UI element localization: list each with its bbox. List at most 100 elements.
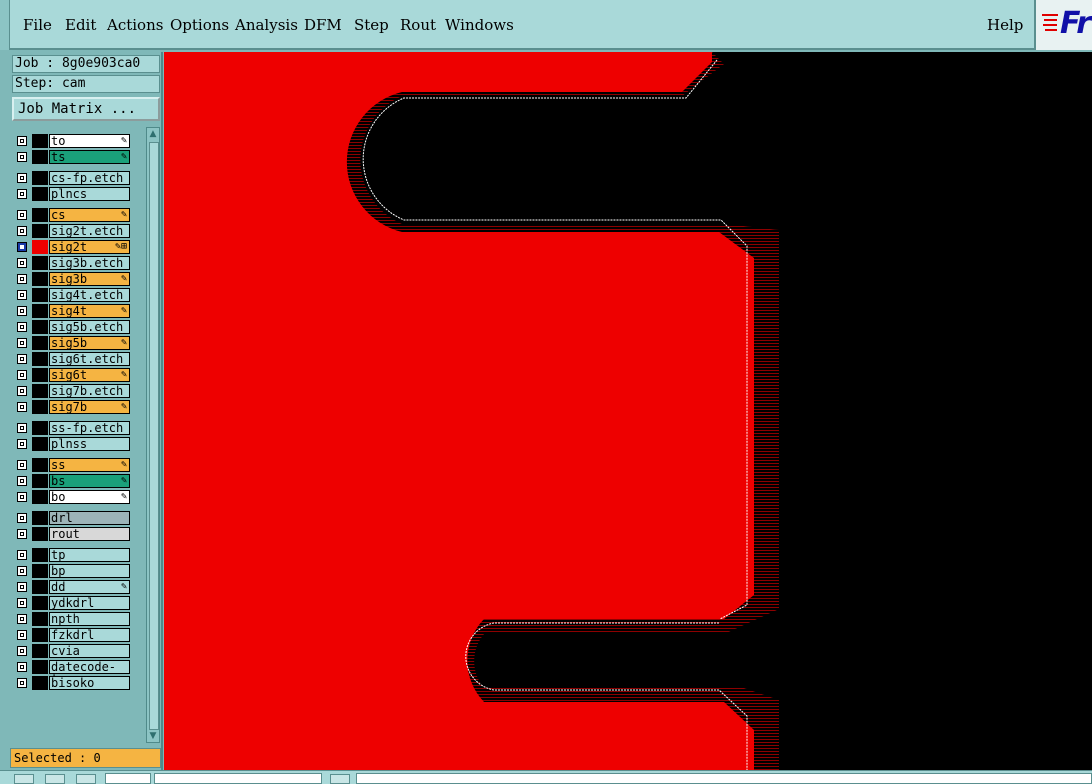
layer-row[interactable]: rout [12, 526, 132, 542]
layer-name[interactable]: npth [49, 612, 130, 626]
layer-name[interactable]: ss ✎ [49, 458, 130, 472]
layer-color-swatch[interactable] [32, 421, 48, 435]
layer-name[interactable]: to ✎ [49, 134, 130, 148]
layer-color-swatch[interactable] [32, 320, 48, 334]
layer-color-swatch[interactable] [32, 644, 48, 658]
command-input[interactable] [154, 773, 322, 784]
layer-color-swatch[interactable] [32, 580, 48, 594]
menu-step[interactable]: Step [354, 16, 389, 34]
layer-checkbox[interactable] [17, 152, 27, 162]
layer-name[interactable]: rout [49, 527, 130, 541]
layer-checkbox[interactable] [17, 189, 27, 199]
layer-name[interactable]: sig3b.etch [49, 256, 130, 270]
layer-checkbox[interactable] [17, 423, 27, 433]
layer-checkbox[interactable] [17, 338, 27, 348]
layer-name[interactable]: ts ✎ [49, 150, 130, 164]
layer-checkbox[interactable] [17, 529, 27, 539]
layer-name[interactable]: sig6t.etch [49, 352, 130, 366]
layer-color-swatch[interactable] [32, 187, 48, 201]
layer-name[interactable]: bp [49, 564, 130, 578]
layer-row[interactable]: sig3b.etch [12, 255, 132, 271]
layer-row[interactable]: plnss [12, 436, 132, 452]
layer-list-scrollbar[interactable]: ▲ ▼ [146, 127, 160, 743]
layer-name[interactable]: sig2t.etch [49, 224, 130, 238]
layer-checkbox[interactable] [17, 630, 27, 640]
layer-color-swatch[interactable] [32, 352, 48, 366]
layer-color-swatch[interactable] [32, 272, 48, 286]
layer-row[interactable]: cs ✎ [12, 207, 132, 223]
layer-row[interactable]: sig2t ✎⊞ [12, 239, 132, 255]
layer-name[interactable]: dd ✎ [49, 580, 130, 594]
layer-color-swatch[interactable] [32, 458, 48, 472]
layer-name[interactable]: sig6t ✎ [49, 368, 130, 382]
layer-row[interactable]: fzkdrl [12, 627, 132, 643]
layer-checkbox[interactable] [17, 322, 27, 332]
layer-row[interactable]: sig7b.etch [12, 383, 132, 399]
layer-checkbox[interactable] [17, 136, 27, 146]
menu-options[interactable]: Options [170, 16, 229, 34]
scroll-up-icon[interactable]: ▲ [147, 128, 159, 140]
layer-row[interactable]: sig4t.etch [12, 287, 132, 303]
layer-color-swatch[interactable] [32, 548, 48, 562]
menu-help[interactable]: Help [987, 16, 1023, 34]
layer-checkbox[interactable] [17, 476, 27, 486]
menu-edit[interactable]: Edit [65, 16, 96, 34]
layer-color-swatch[interactable] [32, 527, 48, 541]
layer-color-swatch[interactable] [32, 490, 48, 504]
layer-row[interactable]: bisoko [12, 675, 132, 691]
layer-row[interactable]: ss ✎ [12, 457, 132, 473]
layer-color-swatch[interactable] [32, 511, 48, 525]
layer-checkbox[interactable] [17, 274, 27, 284]
layer-color-swatch[interactable] [32, 240, 48, 254]
layer-row[interactable]: bp [12, 563, 132, 579]
layer-row[interactable]: sig4t ✎ [12, 303, 132, 319]
layer-checkbox[interactable] [17, 662, 27, 672]
scroll-down-icon[interactable]: ▼ [147, 730, 159, 742]
layer-name[interactable]: tp [49, 548, 130, 562]
layer-row[interactable]: ts ✎ [12, 149, 132, 165]
layer-color-swatch[interactable] [32, 400, 48, 414]
layer-row[interactable]: tp [12, 547, 132, 563]
layer-checkbox[interactable] [17, 678, 27, 688]
job-matrix-button[interactable]: Job Matrix ... [12, 97, 160, 121]
menu-windows[interactable]: Windows [445, 16, 514, 34]
layer-color-swatch[interactable] [32, 368, 48, 382]
layer-color-swatch[interactable] [32, 660, 48, 674]
layer-row[interactable]: ydkdrl [12, 595, 132, 611]
layer-row[interactable]: sig5b.etch [12, 319, 132, 335]
layer-checkbox[interactable] [17, 258, 27, 268]
layer-row[interactable]: sig6t ✎ [12, 367, 132, 383]
layer-checkbox[interactable] [17, 550, 27, 560]
layer-color-swatch[interactable] [32, 384, 48, 398]
layer-color-swatch[interactable] [32, 208, 48, 222]
layer-name[interactable]: plnss [49, 437, 130, 451]
layer-color-swatch[interactable] [32, 150, 48, 164]
layer-checkbox[interactable] [17, 173, 27, 183]
layer-name[interactable]: sig3b ✎ [49, 272, 130, 286]
layer-checkbox[interactable] [17, 386, 27, 396]
layer-row[interactable]: cs-fp.etch [12, 170, 132, 186]
layer-checkbox[interactable] [17, 492, 27, 502]
layer-name[interactable]: sig4t.etch [49, 288, 130, 302]
layer-checkbox[interactable] [17, 210, 27, 220]
layer-name[interactable]: sig4t ✎ [49, 304, 130, 318]
layer-color-swatch[interactable] [32, 256, 48, 270]
layer-row[interactable]: sig6t.etch [12, 351, 132, 367]
layer-name[interactable]: datecode-to [49, 660, 130, 685]
layer-name[interactable]: bs ✎ [49, 474, 130, 488]
graphic-canvas[interactable] [164, 52, 1092, 770]
layer-color-swatch[interactable] [32, 676, 48, 690]
layer-name[interactable]: cs ✎ [49, 208, 130, 222]
layer-color-swatch[interactable] [32, 564, 48, 578]
layer-color-swatch[interactable] [32, 474, 48, 488]
layer-name[interactable]: cvia [49, 644, 130, 658]
layer-name[interactable]: sig5b ✎ [49, 336, 130, 350]
layer-row[interactable]: sig5b ✎ [12, 335, 132, 351]
layer-row[interactable]: ss-fp.etch [12, 420, 132, 436]
layer-checkbox[interactable] [17, 614, 27, 624]
menu-dfm[interactable]: DFM [304, 16, 342, 34]
layer-row[interactable]: drl [12, 510, 132, 526]
layer-checkbox[interactable] [17, 370, 27, 380]
layer-row[interactable]: sig2t.etch [12, 223, 132, 239]
layer-row[interactable]: to ✎ [12, 133, 132, 149]
